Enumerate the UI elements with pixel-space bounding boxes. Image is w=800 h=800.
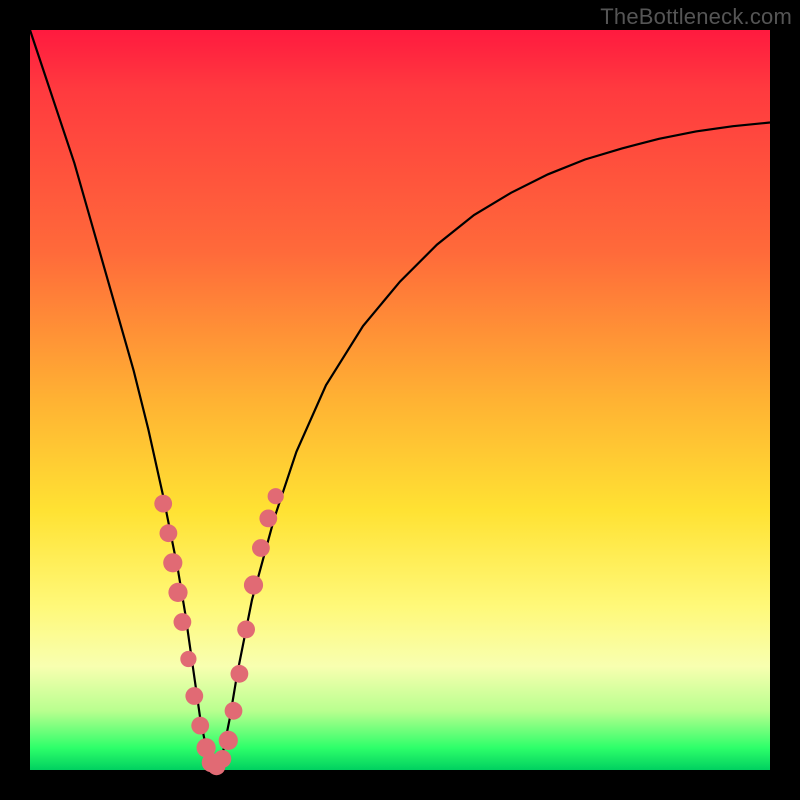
curve-marker [174,613,192,631]
curve-marker [168,583,187,602]
curve-marker [252,539,270,557]
curve-marker [268,488,284,504]
watermark-text: TheBottleneck.com [600,4,792,30]
curve-marker [154,495,172,513]
curve-marker [237,621,255,639]
curve-svg [30,30,770,770]
curve-marker [185,687,203,705]
curve-marker [225,702,243,720]
chart-frame: TheBottleneck.com [0,0,800,800]
bottleneck-curve [30,30,770,770]
curve-marker [191,717,209,735]
curve-marker [163,553,182,572]
curve-marker [214,750,232,768]
curve-marker [231,665,249,683]
curve-marker [259,510,277,528]
marker-group [154,488,284,775]
curve-marker [180,651,196,667]
curve-marker [244,575,263,594]
plot-area [30,30,770,770]
curve-marker [219,731,238,750]
curve-marker [160,524,178,542]
